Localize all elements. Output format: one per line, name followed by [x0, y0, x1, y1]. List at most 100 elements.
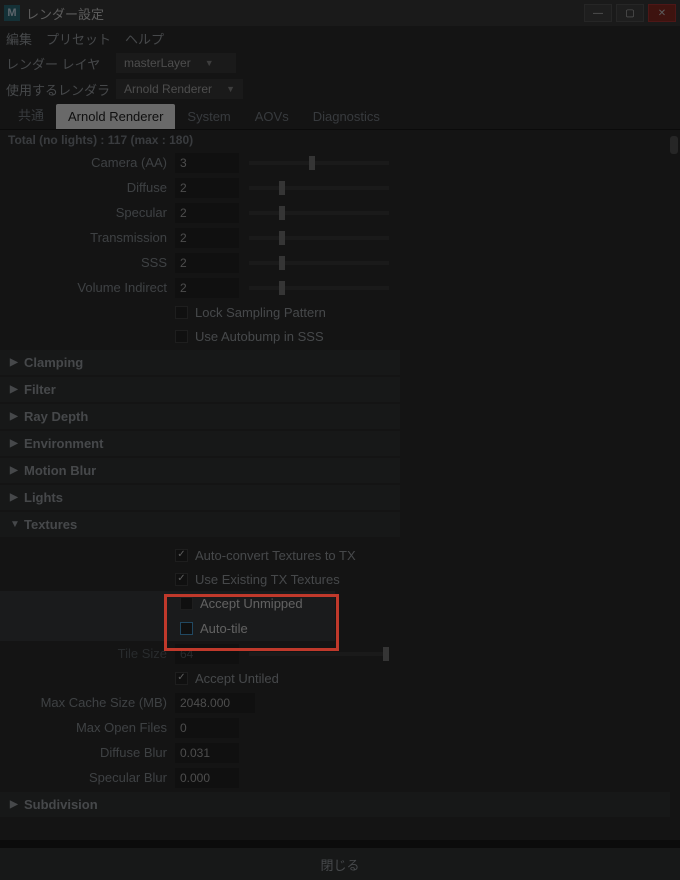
close-window-button[interactable]: 閉じる	[320, 855, 359, 874]
chevron-right-icon: ▶	[10, 357, 24, 368]
lock-sampling-checkbox[interactable]	[175, 306, 188, 319]
menu-preset[interactable]: プリセット	[46, 29, 111, 48]
tabs: 共通 Arnold Renderer System AOVs Diagnosti…	[0, 102, 680, 130]
section-textures[interactable]: ▼Textures	[0, 512, 400, 537]
specular-input[interactable]: 2	[175, 203, 239, 223]
diffuse-input[interactable]: 2	[175, 178, 239, 198]
accept-unmipped-checkbox[interactable]	[180, 597, 193, 610]
section-filter[interactable]: ▶Filter	[0, 377, 400, 402]
section-clamping[interactable]: ▶Clamping	[0, 350, 400, 375]
render-layer-row: レンダー レイヤ masterLayer ▼	[0, 50, 680, 76]
autotile-label: Auto-tile	[200, 621, 248, 636]
window-title: レンダー設定	[26, 4, 104, 23]
volume-indirect-input[interactable]: 2	[175, 278, 239, 298]
transmission-slider[interactable]	[249, 236, 389, 240]
specularblur-input[interactable]: 0.000	[175, 768, 239, 788]
tab-arnold-renderer[interactable]: Arnold Renderer	[56, 104, 175, 129]
accept-untiled-label: Accept Untiled	[195, 671, 279, 686]
maximize-button[interactable]: ▢	[616, 4, 644, 22]
close-button[interactable]: ✕	[648, 4, 676, 22]
autobump-checkbox[interactable]	[175, 330, 188, 343]
useexisting-checkbox[interactable]	[175, 573, 188, 586]
autoconvert-label: Auto-convert Textures to TX	[195, 548, 356, 563]
diffuse-row: Diffuse 2	[0, 175, 680, 200]
autobump-row: Use Autobump in SSS	[0, 324, 680, 348]
accept-untiled-row: Accept Untiled	[0, 666, 680, 690]
sss-row: SSS 2	[0, 250, 680, 275]
chevron-right-icon: ▶	[10, 492, 24, 503]
diffuseblur-label: Diffuse Blur	[0, 745, 175, 760]
maxcache-label: Max Cache Size (MB)	[0, 695, 175, 710]
chevron-right-icon: ▶	[10, 465, 24, 476]
specular-slider[interactable]	[249, 211, 389, 215]
chevron-right-icon: ▶	[10, 438, 24, 449]
tilesize-slider[interactable]	[249, 652, 389, 656]
renderer-row: 使用するレンダラ Arnold Renderer ▼	[0, 76, 680, 102]
section-lights[interactable]: ▶Lights	[0, 485, 400, 510]
volume-indirect-label: Volume Indirect	[0, 280, 175, 295]
sss-label: SSS	[0, 255, 175, 270]
maxopen-input[interactable]: 0	[175, 718, 239, 738]
autotile-checkbox[interactable]	[180, 622, 193, 635]
renderer-label: 使用するレンダラ	[6, 80, 116, 99]
content-panel: Total (no lights) : 117 (max : 180) Came…	[0, 130, 680, 840]
chevron-down-icon: ▼	[10, 519, 24, 530]
render-layer-value: masterLayer	[124, 56, 191, 70]
useexisting-label: Use Existing TX Textures	[195, 572, 340, 587]
chevron-right-icon: ▶	[10, 411, 24, 422]
maxcache-row: Max Cache Size (MB) 2048.000	[0, 690, 680, 715]
section-motionblur[interactable]: ▶Motion Blur	[0, 458, 400, 483]
sampling-summary: Total (no lights) : 117 (max : 180)	[0, 130, 680, 150]
app-icon: M	[4, 5, 20, 21]
accept-unmipped-label: Accept Unmipped	[200, 596, 303, 611]
scrollbar-thumb[interactable]	[670, 136, 678, 154]
sss-slider[interactable]	[249, 261, 389, 265]
camera-aa-input[interactable]: 3	[175, 153, 239, 173]
camera-aa-slider[interactable]	[249, 161, 389, 165]
autoconvert-checkbox[interactable]	[175, 549, 188, 562]
volume-indirect-row: Volume Indirect 2	[0, 275, 680, 300]
specular-row: Specular 2	[0, 200, 680, 225]
section-environment[interactable]: ▶Environment	[0, 431, 400, 456]
chevron-down-icon: ▼	[226, 84, 235, 94]
transmission-label: Transmission	[0, 230, 175, 245]
transmission-row: Transmission 2	[0, 225, 680, 250]
tab-common[interactable]: 共通	[6, 100, 56, 129]
diffuseblur-input[interactable]: 0.031	[175, 743, 239, 763]
titlebar: M レンダー設定 — ▢ ✕	[0, 0, 680, 26]
maxcache-input[interactable]: 2048.000	[175, 693, 255, 713]
camera-aa-row: Camera (AA) 3	[0, 150, 680, 175]
menu-edit[interactable]: 編集	[6, 29, 32, 48]
sss-input[interactable]: 2	[175, 253, 239, 273]
autoconvert-row: Auto-convert Textures to TX	[0, 543, 680, 567]
renderer-value: Arnold Renderer	[124, 82, 212, 96]
chevron-right-icon: ▶	[10, 384, 24, 395]
chevron-down-icon: ▼	[205, 58, 214, 68]
lock-sampling-label: Lock Sampling Pattern	[195, 305, 326, 320]
footer: 閉じる	[0, 846, 680, 880]
menu-help[interactable]: ヘルプ	[125, 29, 164, 48]
tab-diagnostics[interactable]: Diagnostics	[301, 104, 392, 129]
diffuse-slider[interactable]	[249, 186, 389, 190]
chevron-right-icon: ▶	[10, 799, 24, 810]
renderer-dropdown[interactable]: Arnold Renderer ▼	[116, 79, 243, 99]
tilesize-input[interactable]: 64	[175, 644, 239, 664]
menubar: 編集 プリセット ヘルプ	[0, 26, 680, 50]
tab-aovs[interactable]: AOVs	[243, 104, 301, 129]
section-raydepth[interactable]: ▶Ray Depth	[0, 404, 400, 429]
accept-untiled-checkbox[interactable]	[175, 672, 188, 685]
specularblur-label: Specular Blur	[0, 770, 175, 785]
camera-aa-label: Camera (AA)	[0, 155, 175, 170]
autotile-row: Auto-tile	[0, 616, 335, 641]
maxopen-label: Max Open Files	[0, 720, 175, 735]
render-layer-dropdown[interactable]: masterLayer ▼	[116, 53, 236, 73]
render-layer-label: レンダー レイヤ	[6, 54, 116, 73]
transmission-input[interactable]: 2	[175, 228, 239, 248]
autobump-label: Use Autobump in SSS	[195, 329, 324, 344]
section-subdivision[interactable]: ▶Subdivision	[0, 792, 670, 817]
minimize-button[interactable]: —	[584, 4, 612, 22]
specular-label: Specular	[0, 205, 175, 220]
tab-system[interactable]: System	[175, 104, 242, 129]
volume-indirect-slider[interactable]	[249, 286, 389, 290]
diffuseblur-row: Diffuse Blur 0.031	[0, 740, 680, 765]
